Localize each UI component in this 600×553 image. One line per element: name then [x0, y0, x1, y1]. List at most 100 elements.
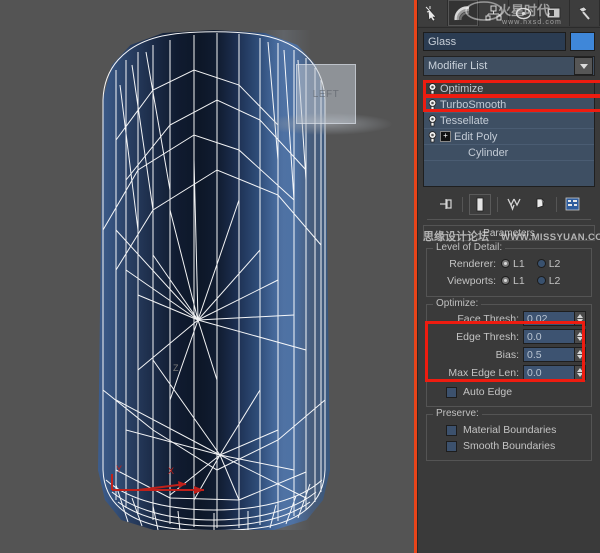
auto-edge-checkbox[interactable]: [446, 386, 457, 398]
gizmo-y-label: Y: [116, 464, 122, 474]
viewcube[interactable]: LEFT: [296, 64, 356, 124]
tab-display[interactable]: [539, 0, 570, 26]
modifier-stack-item-edit-poly[interactable]: + Edit Poly: [424, 129, 594, 145]
radio-label-l1: L1: [513, 257, 525, 270]
modifier-stack-item-tessellate[interactable]: Tessellate: [424, 113, 594, 129]
object-color-swatch[interactable]: [570, 32, 595, 51]
spinner-up-icon: [577, 314, 583, 318]
modifier-toggle-icon[interactable]: [424, 98, 440, 111]
modifier-name: TurboSmooth: [440, 98, 507, 111]
configure-modifier-sets-icon[interactable]: [563, 195, 583, 214]
modifier-stack-toolbar: [423, 191, 595, 217]
remove-modifier-icon[interactable]: [530, 195, 550, 214]
gizmo-x-label: X: [168, 466, 174, 476]
checkbox-smooth-boundaries[interactable]: [446, 440, 457, 452]
parameters-rollout-title[interactable]: Parameters 思缘设计论坛 WWW.MISSYUAN.COM: [423, 225, 600, 243]
modifier-stack-item-cylinder[interactable]: Cylinder: [424, 145, 594, 161]
auto-edge-label: Auto Edge: [463, 386, 513, 398]
modifier-stack[interactable]: Optimize TurboSmooth Tessellate + Edit Poly C…: [423, 80, 595, 187]
radio-l1[interactable]: [501, 259, 510, 268]
3dsmax-window: Z X Y LEFT 火星时代 www.hxsd.com Glass Modif…: [0, 0, 600, 553]
modifier-name: Edit Poly: [454, 130, 498, 143]
command-panel-tabs: 火星时代 www.hxsd.com: [418, 0, 600, 28]
checkbox-material-boundaries[interactable]: [446, 424, 457, 436]
field-row-edge-thresh: Edge Thresh: 0.0: [432, 329, 586, 344]
modifier-toggle-icon[interactable]: [424, 130, 440, 143]
parameters-title-text: Parameters: [483, 227, 535, 239]
input-max-edge-len[interactable]: 0.0: [523, 365, 575, 380]
spinner-arrows-max-edge-len[interactable]: [575, 365, 586, 380]
parameters-rollout: Parameters 思缘设计论坛 WWW.MISSYUAN.COM Level…: [423, 225, 600, 461]
pin-stack-icon[interactable]: [436, 195, 456, 214]
field-label-max-edge-len: Max Edge Len:: [448, 366, 519, 379]
tab-utilities[interactable]: [569, 0, 600, 26]
input-bias[interactable]: 0.5: [523, 347, 575, 362]
input-edge-thresh[interactable]: 0.0: [523, 329, 575, 344]
lod-row-label: Renderer:: [449, 257, 496, 270]
modifier-name: Cylinder: [468, 146, 509, 159]
lod-row-label: Viewports:: [447, 274, 496, 287]
tab-modify[interactable]: [448, 0, 479, 26]
field-label-face-thresh: Face Thresh:: [457, 312, 519, 325]
input-face-thresh[interactable]: 0.02: [523, 311, 575, 326]
panel-divider: [427, 219, 591, 220]
checkbox-label-material-boundaries: Material Boundaries: [463, 424, 557, 436]
spinner-bias[interactable]: 0.5: [523, 347, 586, 362]
modifier-toggle-icon[interactable]: [424, 114, 440, 127]
field-row-max-edge-len: Max Edge Len: 0.0: [432, 365, 586, 380]
spinner-down-icon: [577, 373, 583, 377]
modifier-list-label: Modifier List: [428, 60, 488, 72]
modifier-list-dropdown[interactable]: Modifier List: [423, 56, 595, 76]
command-panel: 火星时代 www.hxsd.com Glass Modifier List Op…: [417, 0, 600, 553]
spinner-up-icon: [577, 332, 583, 336]
viewport[interactable]: Z X Y LEFT: [0, 0, 417, 553]
auto-edge-row[interactable]: Auto Edge: [432, 383, 586, 399]
preserve-row-material-boundaries[interactable]: Material Boundaries: [432, 421, 586, 437]
level-of-detail-group: Level of Detail: Renderer: L1 L2 Viewports:…: [426, 242, 592, 297]
modifier-stack-item-optimize[interactable]: Optimize: [424, 81, 594, 97]
spinner-arrows-bias[interactable]: [575, 347, 586, 362]
spinner-down-icon: [577, 319, 583, 323]
field-label-edge-thresh: Edge Thresh:: [456, 330, 519, 343]
arrow-star-icon: [425, 5, 437, 21]
hammer-icon: [578, 6, 590, 20]
object-name-field[interactable]: Glass: [423, 32, 566, 51]
display-monitor-icon: [546, 7, 561, 18]
spinner-down-icon: [577, 355, 583, 359]
radio-l2[interactable]: [536, 259, 546, 268]
make-unique-icon[interactable]: [504, 195, 524, 214]
radio-label-l1: L1: [513, 274, 525, 287]
transform-gizmo[interactable]: X Y: [108, 460, 218, 500]
spinner-arrows-edge-thresh[interactable]: [575, 329, 586, 344]
radio-l2[interactable]: [536, 276, 546, 285]
tab-hierarchy[interactable]: [478, 0, 509, 26]
optimize-group: Optimize: Face Thresh: 0.02 Edge Thresh: 0.…: [426, 298, 592, 407]
expand-icon[interactable]: +: [440, 131, 451, 142]
spinner-edge-thresh[interactable]: 0.0: [523, 329, 586, 344]
radio-label-l2: L2: [548, 257, 561, 270]
tab-create[interactable]: [418, 0, 449, 26]
optimize-group-label: Optimize:: [433, 298, 482, 309]
z-axis-label: Z: [173, 363, 179, 373]
hierarchy-nodes-icon: [485, 5, 502, 20]
preserve-row-smooth-boundaries[interactable]: Smooth Boundaries: [432, 437, 586, 453]
rainbow-arc-icon: [454, 5, 470, 20]
radio-l1[interactable]: [501, 276, 510, 285]
svg-text:思缘设计论坛: 思缘设计论坛: [423, 229, 489, 243]
show-end-result-icon[interactable]: [468, 193, 491, 215]
modifier-stack-item-turbosmooth[interactable]: TurboSmooth: [424, 97, 594, 113]
spinner-max-edge-len[interactable]: 0.0: [523, 365, 586, 380]
spinner-up-icon: [577, 368, 583, 372]
radio-label-l2: L2: [548, 274, 561, 287]
chevron-down-icon[interactable]: [574, 57, 593, 75]
modifier-name: Optimize: [440, 82, 484, 95]
spinner-up-icon: [577, 350, 583, 354]
motion-wheel-icon: [515, 7, 532, 19]
tab-motion[interactable]: [508, 0, 540, 26]
spinner-arrows-face-thresh[interactable]: [575, 311, 586, 326]
spinner-face-thresh[interactable]: 0.02: [523, 311, 586, 326]
lod-row-renderer: Renderer: L1 L2: [432, 255, 586, 272]
lod-row-viewports: Viewports: L1 L2: [432, 272, 586, 289]
object-name-row: Glass: [423, 32, 595, 51]
modifier-toggle-icon[interactable]: [424, 82, 440, 95]
